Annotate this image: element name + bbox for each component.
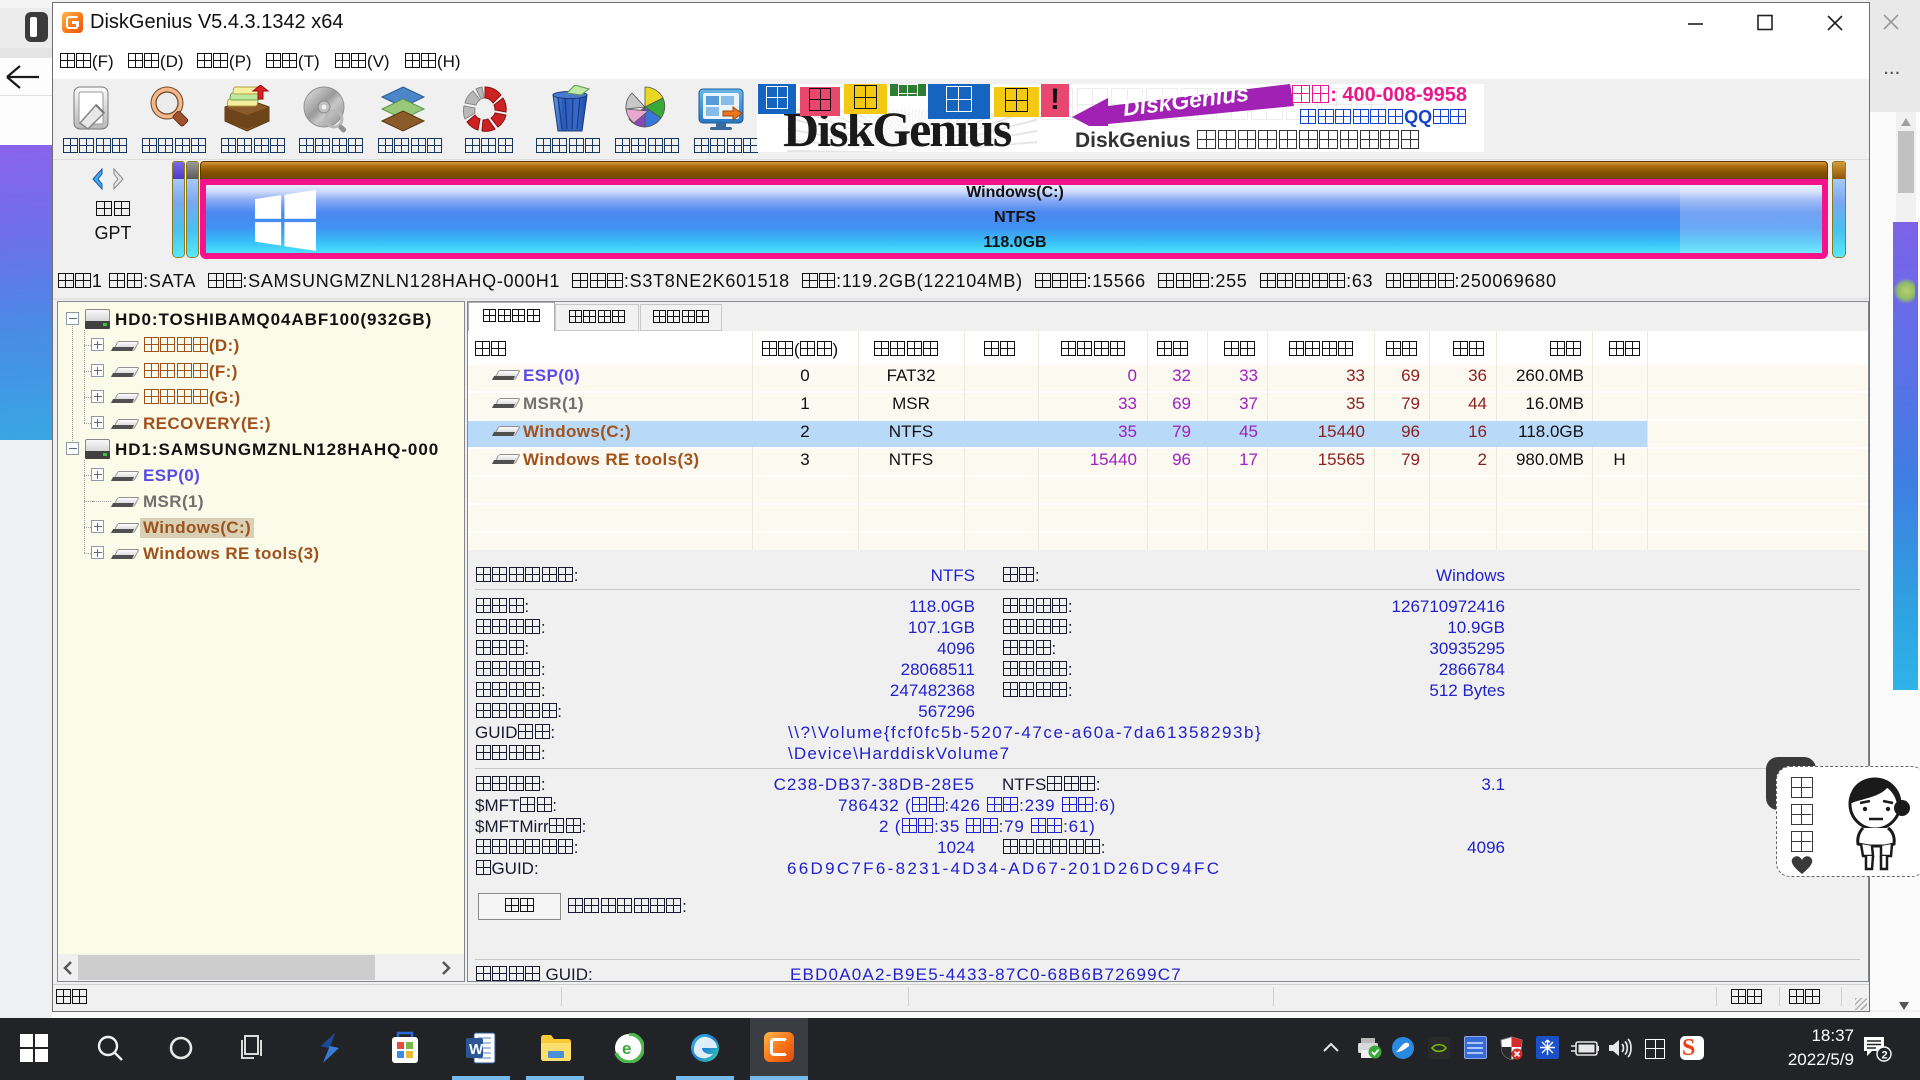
svg-text:e: e xyxy=(622,1039,631,1058)
svg-text:2: 2 xyxy=(1882,1050,1888,1062)
svg-text:W: W xyxy=(469,1041,484,1058)
